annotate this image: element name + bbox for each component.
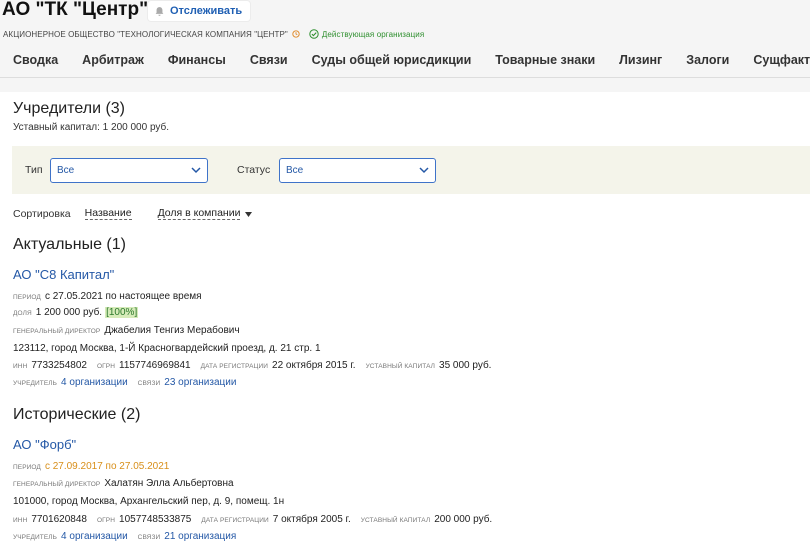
ogrn-label: огрн bbox=[97, 517, 116, 524]
share-value: 1 200 000 руб. bbox=[35, 307, 103, 318]
capital-label: уставный капитал bbox=[365, 363, 436, 370]
reg-date-value: 22 октября 2015 г. bbox=[272, 360, 356, 371]
filter-type-select[interactable]: Все bbox=[50, 158, 208, 183]
period-row: период с 27.05.2021 по настоящее время bbox=[13, 291, 212, 302]
follow-button[interactable]: Отслеживать bbox=[148, 1, 251, 21]
founder-links-row: учредитель 4 организации связи 23 органи… bbox=[13, 377, 246, 388]
founder-link-forb[interactable]: АО "Форб" bbox=[13, 437, 76, 452]
inn-value: 7701620848 bbox=[31, 514, 87, 525]
check-circle-icon bbox=[309, 29, 319, 39]
period-label: период bbox=[13, 464, 41, 471]
share-row: доля 1 200 000 руб. [100%] bbox=[13, 307, 139, 318]
inn-label: инн bbox=[13, 517, 28, 524]
company-full-name: АКЦИОНЕРНОЕ ОБЩЕСТВО "ТЕХНОЛОГИЧЕСКАЯ КО… bbox=[3, 29, 288, 39]
ogrn-value: 1057748533875 bbox=[119, 514, 192, 525]
links-label: связи bbox=[137, 380, 161, 387]
chevron-down-icon bbox=[419, 167, 429, 174]
links-orgs-link[interactable]: 23 организации bbox=[164, 377, 236, 388]
director-row: генеральный директор Халатян Элла Альбер… bbox=[13, 478, 244, 489]
tab-finance[interactable]: Финансы bbox=[168, 53, 226, 67]
founder-label: учредитель bbox=[13, 380, 58, 387]
director-name: Халатян Элла Альбертовна bbox=[104, 478, 234, 489]
company-title: АО "ТК "Центр" bbox=[2, 0, 149, 20]
address-value: 101000, город Москва, Архангельский пер,… bbox=[13, 496, 285, 507]
requisites-row: инн 7701620848 огрн 1057748533875 дата р… bbox=[13, 514, 502, 525]
actual-heading: Актуальные (1) bbox=[13, 236, 126, 253]
links-orgs-link[interactable]: 21 организация bbox=[164, 531, 236, 542]
founder-links-row: учредитель 4 организации связи 21 органи… bbox=[13, 531, 246, 542]
sort-by-name[interactable]: Название bbox=[84, 208, 132, 220]
company-header: АО "ТК "Центр" Отслеживать АКЦИОНЕРНОЕ О… bbox=[0, 0, 810, 92]
inn-value: 7733254802 bbox=[31, 360, 87, 371]
tab-arbitration[interactable]: Арбитраж bbox=[82, 53, 144, 67]
filter-type-value: Все bbox=[57, 165, 75, 176]
director-label: генеральный директор bbox=[13, 328, 101, 335]
reg-date-label: дата регистрации bbox=[200, 363, 269, 370]
historical-heading: Исторические (2) bbox=[13, 406, 141, 423]
share-percent-badge: [100%] bbox=[105, 307, 139, 318]
founders-panel: Учредители (3) Уставный капитал: 1 200 0… bbox=[0, 92, 810, 546]
tab-leasing[interactable]: Лизинг bbox=[619, 53, 662, 67]
period-label: период bbox=[13, 294, 41, 301]
tab-courts[interactable]: Суды общей юрисдикции bbox=[312, 53, 472, 67]
period-value: с 27.05.2021 по настоящее время bbox=[44, 291, 202, 302]
inn-label: инн bbox=[13, 363, 28, 370]
founder-orgs-link[interactable]: 4 организации bbox=[61, 531, 128, 542]
bell-icon bbox=[155, 6, 164, 16]
status-badge: Действующая организация bbox=[309, 29, 424, 39]
ogrn-label: огрн bbox=[97, 363, 116, 370]
main-nav: Сводка Арбитраж Финансы Связи Суды общей… bbox=[0, 45, 810, 75]
capital-label: уставный капитал bbox=[360, 517, 431, 524]
founders-heading: Учредители (3) bbox=[13, 100, 126, 117]
founder-label: учредитель bbox=[13, 534, 58, 541]
director-name: Джабелия Тенгиз Мерабович bbox=[104, 325, 240, 336]
requisites-row: инн 7733254802 огрн 1157746969841 дата р… bbox=[13, 360, 501, 371]
founder-orgs-link[interactable]: 4 организации bbox=[61, 377, 128, 388]
reg-date-value: 7 октября 2005 г. bbox=[272, 514, 351, 525]
follow-label: Отслеживать bbox=[170, 5, 243, 17]
address-value: 123112, город Москва, 1-Й Красногвардейс… bbox=[13, 343, 321, 354]
authorized-capital: Уставный капитал: 1 200 000 руб. bbox=[13, 122, 170, 133]
clock-icon bbox=[292, 30, 300, 38]
status-text: Действующая организация bbox=[321, 29, 425, 39]
capital-value: 200 000 руб. bbox=[434, 514, 493, 525]
address-row: 101000, город Москва, Архангельский пер,… bbox=[13, 496, 284, 507]
filter-type-label: Тип bbox=[25, 164, 43, 176]
period-row: период с 27.09.2017 по 27.05.2021 bbox=[13, 461, 179, 472]
company-subtitle: АКЦИОНЕРНОЕ ОБЩЕСТВО "ТЕХНОЛОГИЧЕСКАЯ КО… bbox=[3, 29, 424, 39]
sort-by-share[interactable]: Доля в компании bbox=[157, 208, 241, 220]
caret-down-icon bbox=[245, 211, 253, 217]
address-row: 123112, город Москва, 1-Й Красногвардейс… bbox=[13, 343, 321, 354]
chevron-down-icon bbox=[191, 167, 201, 174]
filter-status-value: Все bbox=[286, 165, 304, 176]
links-label: связи bbox=[137, 534, 161, 541]
filter-status-select[interactable]: Все bbox=[279, 158, 436, 183]
ogrn-value: 1157746969841 bbox=[119, 360, 191, 371]
tab-summary[interactable]: Сводка bbox=[13, 53, 58, 67]
share-label: доля bbox=[13, 310, 32, 317]
tab-trademarks[interactable]: Товарные знаки bbox=[495, 53, 595, 67]
director-label: генеральный директор bbox=[13, 481, 101, 488]
capital-value: 35 000 руб. bbox=[439, 360, 492, 371]
period-value: с 27.09.2017 по 27.05.2021 bbox=[44, 461, 170, 472]
tab-links[interactable]: Связи bbox=[250, 53, 288, 67]
sort-label: Сортировка bbox=[13, 208, 71, 220]
tab-pledges[interactable]: Залоги bbox=[686, 53, 729, 67]
sort-bar: Сортировка Название Доля в компании bbox=[13, 208, 253, 220]
filter-status-label: Статус bbox=[237, 164, 271, 176]
founder-link-c8[interactable]: АО "С8 Капитал" bbox=[13, 267, 114, 282]
reg-date-label: дата регистрации bbox=[201, 517, 269, 524]
tab-material-facts[interactable]: Сущфакты bbox=[753, 53, 810, 67]
director-row: генеральный директор Джабелия Тенгиз Мер… bbox=[13, 325, 250, 336]
nav-divider bbox=[0, 77, 810, 78]
filter-bar: Тип Все Статус Все bbox=[12, 146, 810, 194]
